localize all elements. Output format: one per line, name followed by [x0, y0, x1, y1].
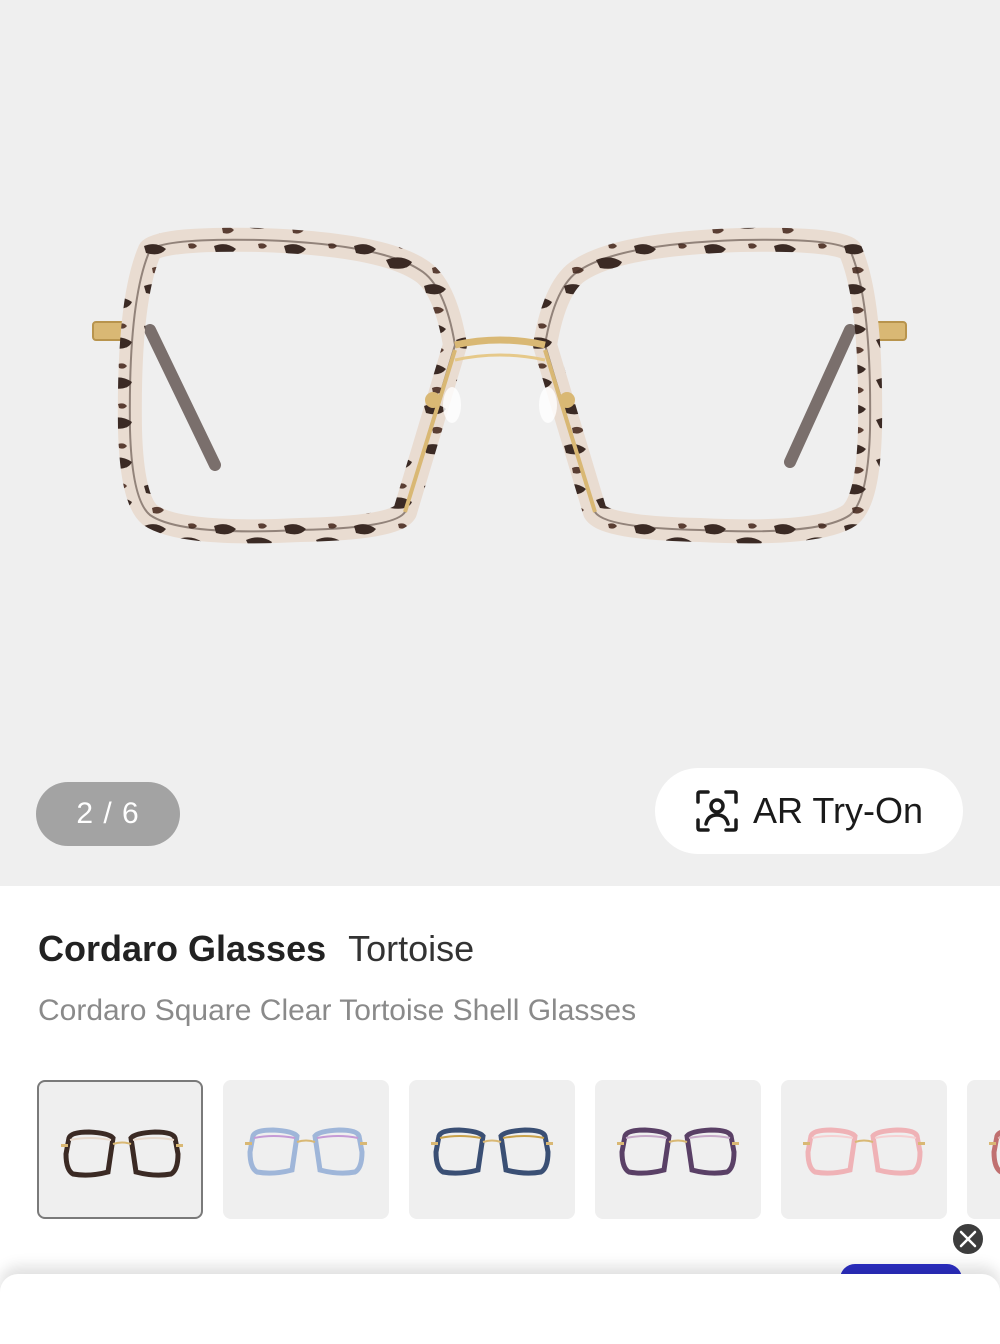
glasses-thumbnail-icon	[617, 1127, 739, 1176]
bottom-sheet[interactable]	[0, 1274, 1000, 1344]
glasses-thumbnail-icon	[803, 1127, 925, 1176]
ar-try-on-button[interactable]: AR Try-On	[655, 768, 963, 854]
variant-thumbnail-pink[interactable]	[781, 1080, 947, 1219]
product-variant: Tortoise	[348, 928, 475, 969]
glasses-thumbnail-icon	[989, 1129, 1000, 1175]
variant-thumbnail-blue-tortoise[interactable]	[409, 1080, 575, 1219]
variant-thumbnail-tortoise[interactable]	[37, 1080, 203, 1219]
variant-thumbnail-clear-blue[interactable]	[223, 1080, 389, 1219]
close-icon[interactable]	[951, 1222, 985, 1256]
product-name: Cordaro Glasses	[38, 928, 327, 969]
image-page-indicator: 2 / 6	[36, 782, 180, 846]
product-title-row: Cordaro Glasses Tortoise	[38, 928, 474, 970]
product-image-gallery[interactable]: 2 / 6 AR Try-On	[0, 0, 1000, 886]
glasses-thumbnail-icon	[245, 1127, 367, 1176]
glasses-image	[78, 175, 928, 595]
glasses-thumbnail-icon	[61, 1129, 183, 1178]
variant-thumbnail-list[interactable]	[37, 1080, 1000, 1220]
page-indicator-text: 2 / 6	[76, 797, 140, 830]
product-description: Cordaro Square Clear Tortoise Shell Glas…	[38, 994, 637, 1027]
face-scan-icon	[695, 789, 739, 833]
variant-thumbnail-purple-tortoise[interactable]	[595, 1080, 761, 1219]
ar-try-on-label: AR Try-On	[752, 790, 923, 831]
variant-thumbnail-partial[interactable]	[967, 1080, 1000, 1219]
glasses-thumbnail-icon	[431, 1127, 553, 1176]
